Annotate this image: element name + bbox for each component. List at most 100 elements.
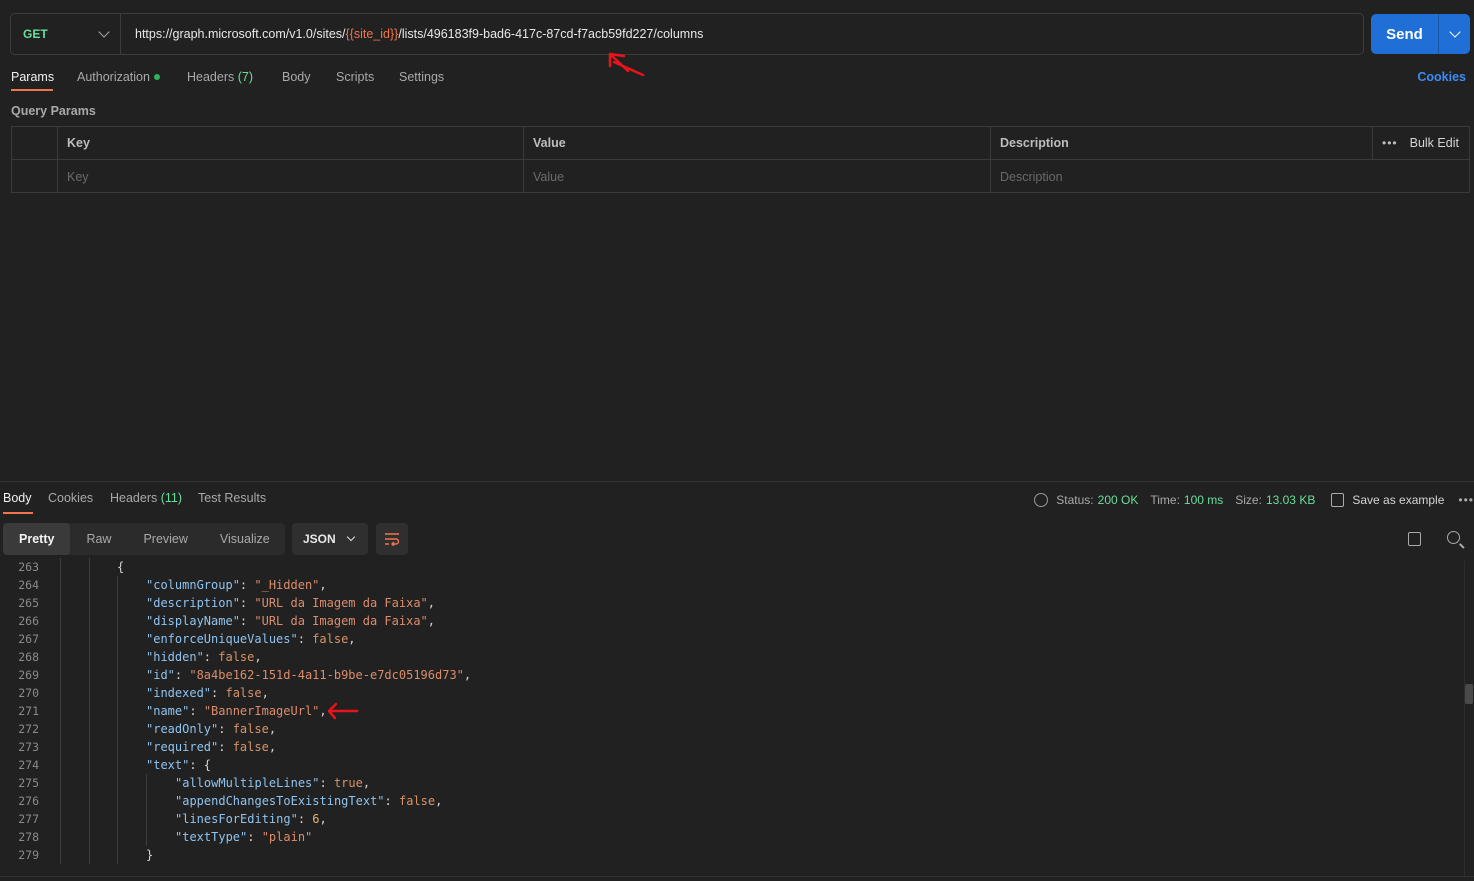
line-number: 271 [18,704,39,718]
cookies-link[interactable]: Cookies [1417,70,1466,84]
format-select[interactable]: JSON [292,523,368,555]
tab-scripts[interactable]: Scripts [336,70,374,84]
chevron-down-icon [98,26,110,38]
indent-guide [60,558,61,576]
tab-body[interactable]: Body [282,70,311,84]
bulk-edit-button[interactable]: ••• Bulk Edit [1372,127,1469,159]
response-code-viewer[interactable]: 263 {264 "columnGroup": "_Hidden", 265 "desc… [0,558,1474,876]
code-text: "required": false, [146,740,277,754]
code-scrollbar-track[interactable] [1464,561,1465,876]
tab-headers[interactable]: Headers (7) [187,70,253,84]
line-number: 265 [18,596,39,610]
indent-guide [146,810,147,828]
postman-app: GET https://graph.microsoft.com/v1.0/sit… [0,0,1474,881]
indent-guide [60,684,61,702]
url-suffix: /lists/496183f9-bad6-417c-87cd-f7acb59fd… [398,27,704,41]
indent-guide [60,810,61,828]
more-icon[interactable]: ••• [1382,136,1398,150]
code-line: 269 "id": "8a4be162-151d-4a11-b9be-e7dc05… [0,666,1474,684]
line-number: 272 [18,722,39,736]
key-input[interactable]: Key [57,160,523,193]
code-line: 278 "textType": "plain" [0,828,1474,846]
save-as-example-button[interactable]: Save as example [1352,493,1444,507]
send-options-button[interactable] [1438,14,1470,54]
size-value[interactable]: 13.03 KB [1266,493,1315,507]
time-label: Time: [1150,493,1180,507]
send-button[interactable]: Send [1371,14,1438,54]
response-tab-body[interactable]: Body [3,491,32,505]
indent-guide [89,810,90,828]
tab-authorization[interactable]: Authorization [77,70,160,84]
checkbox-column-header [12,127,57,159]
view-raw[interactable]: Raw [70,523,127,555]
indent-guide [60,792,61,810]
indent-guide [117,612,118,630]
indent-guide [117,846,118,864]
line-number: 274 [18,758,39,772]
code-text: "columnGroup": "_Hidden", [146,578,327,592]
method-label: GET [23,27,48,41]
code-scrollbar-thumb[interactable] [1465,684,1473,704]
code-line: 277 "linesForEditing": 6, [0,810,1474,828]
method-select[interactable]: GET [11,14,121,54]
tab-headers-label: Headers [187,70,235,84]
indent-guide [60,612,61,630]
search-icon[interactable] [1447,531,1460,544]
response-tab-test-results[interactable]: Test Results [198,491,266,505]
line-number: 276 [18,794,39,808]
line-number: 273 [18,740,39,754]
code-text: "hidden": false, [146,650,262,664]
line-number: 269 [18,668,39,682]
response-active-tab-indicator [3,512,33,514]
view-preview[interactable]: Preview [127,523,203,555]
response-tab-headers[interactable]: Headers (11) [110,491,182,505]
url-variable[interactable]: {{site_id}} [346,27,399,41]
indent-guide [117,756,118,774]
line-number: 263 [18,560,39,574]
view-pretty[interactable]: Pretty [3,523,71,555]
more-icon[interactable]: ••• [1458,493,1474,507]
code-text: { [117,560,125,574]
response-tab-cookies[interactable]: Cookies [48,491,93,505]
line-number: 270 [18,686,39,700]
indent-guide [146,828,147,846]
description-column-header: Description [990,127,1372,159]
code-line: 272 "readOnly": false, [0,720,1474,738]
wrap-lines-button[interactable] [376,523,408,555]
bulk-edit-label: Bulk Edit [1409,136,1459,150]
save-icon[interactable] [1331,493,1345,507]
size-label: Size: [1235,493,1262,507]
code-text: "enforceUniqueValues": false, [146,632,356,646]
view-visualize[interactable]: Visualize [204,523,286,555]
line-number: 275 [18,776,39,790]
indent-guide [89,558,90,576]
value-input[interactable]: Value [523,160,990,193]
response-headers-label: Headers [110,491,158,505]
indent-guide [146,792,147,810]
url-input[interactable]: https://graph.microsoft.com/v1.0/sites/{… [121,27,703,41]
chevron-down-icon [1448,26,1461,38]
code-line: 266 "displayName": "URL da Imagem da Faix… [0,612,1474,630]
indent-guide [117,720,118,738]
indent-guide [60,594,61,612]
value-column-header: Value [523,127,990,159]
indent-guide [117,630,118,648]
indent-guide [117,576,118,594]
tab-params[interactable]: Params [11,70,54,84]
bottom-divider [0,876,1474,877]
response-divider[interactable] [0,481,1474,482]
indent-guide [60,756,61,774]
code-line: 273 "required": false, [0,738,1474,756]
code-line: 275 "allowMultipleLines": true, [0,774,1474,792]
send-button-group: Send [1371,14,1470,54]
globe-icon[interactable] [1034,493,1049,507]
copy-icon[interactable] [1408,532,1421,546]
code-line: 279} [0,846,1474,864]
time-value[interactable]: 100 ms [1184,493,1223,507]
tab-settings[interactable]: Settings [399,70,444,84]
indent-guide [89,666,90,684]
status-value[interactable]: 200 OK [1098,493,1139,507]
code-line: 276 "appendChangesToExistingText": false, [0,792,1474,810]
description-input[interactable]: Description [990,160,1469,193]
indent-guide [89,630,90,648]
